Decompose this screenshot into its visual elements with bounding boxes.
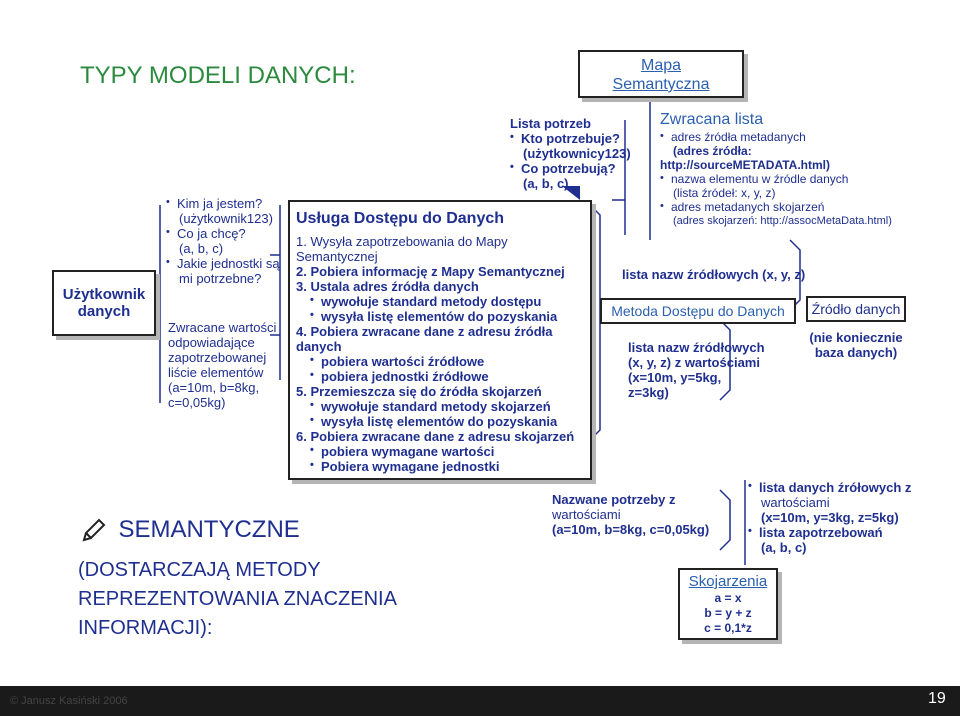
service-step-4b: danych	[296, 339, 342, 354]
service-step-5-bullet-2: wysyła listę elementów do pozyskania	[310, 413, 584, 429]
needs-answer-1: (użytkownicy123)	[523, 146, 631, 161]
returned-list-item-1: adres źródła metadanych	[660, 129, 892, 144]
footer-bar: © Janusz Kasiński 2006 19	[0, 686, 960, 716]
user-question-2: Co ja chcę?	[166, 225, 280, 241]
user-questions: Kim ja jestem? (użytkownik123) Co ja chc…	[166, 195, 280, 286]
semantic-map-box: Mapa Semantyczna	[578, 50, 744, 98]
associations-formula-2: b = y + z	[704, 606, 752, 620]
service-step-5: 5. Przemieszcza się do źródła skojarzeń	[296, 384, 542, 399]
needs-title: Lista potrzeb	[510, 116, 591, 131]
user-question-3: Jakie jednostki są	[166, 255, 280, 271]
user-returned-values: Zwracane wartości odpowiadające zapotrze…	[168, 320, 276, 410]
associations-box: Skojarzenia a = x b = y + z c = 0,1*z	[678, 568, 778, 640]
data-source-note-1: (nie koniecznie	[809, 330, 903, 345]
service-step-3-bullet-1: wywołuje standard metody dostępu	[310, 293, 584, 309]
returned-list: Zwracana lista adres źródła metadanych (…	[660, 110, 892, 228]
access-method-label: Metoda Dostępu do Danych	[611, 303, 785, 319]
needs-list: Lista potrzeb Kto potrzebuje? (użytkowni…	[510, 116, 631, 191]
returned-line-6: c=0,05kg)	[168, 395, 226, 410]
semantic-description: (DOSTARCZAJĄ METODY REPREZENTOWANIA ZNAC…	[78, 556, 397, 643]
right-list-item-1b: (x=10m, y=3kg, z=5kg)	[761, 510, 899, 525]
data-source-box: Źródło danych	[806, 296, 906, 322]
semantic-map-line1: Mapa	[640, 57, 682, 74]
returned-line-3: zapotrzebowanej	[168, 350, 267, 365]
named-needs-2: wartościami	[552, 507, 621, 522]
data-source-note-2: baza danych)	[814, 345, 898, 360]
associations-formula-1: a = x	[714, 591, 742, 605]
source-values-4: z=3kg)	[628, 385, 669, 400]
user-question-1: Kim ja jestem?	[166, 195, 280, 211]
pencil-icon	[82, 518, 106, 542]
needs-question-1: Kto potrzebuje?	[510, 130, 631, 146]
returned-line-2: odpowiadające	[168, 335, 255, 350]
named-needs-1: Nazwane potrzeby z	[552, 492, 676, 507]
returned-list-item-1b: http://sourceMETADATA.html)	[660, 158, 830, 172]
named-needs-3: (a=10m, b=8kg, c=0,05kg)	[552, 522, 710, 537]
semantic-desc-3: INFORMACJI):	[78, 617, 213, 639]
needs-question-2: Co potrzebują?	[510, 160, 631, 176]
page-number: 19	[928, 690, 946, 707]
service-step-4a: 4. Pobiera zwracane dane z adresu źródła	[296, 324, 553, 339]
returned-list-item-3: adres metadanych skojarzeń	[660, 199, 892, 214]
associations-title: Skojarzenia	[688, 573, 768, 590]
semantic-map-line2: Semantyczna	[612, 76, 710, 93]
service-step-6-bullet-2: Pobiera wymagane jednostki	[310, 458, 584, 474]
right-list-item-2a: (a, b, c)	[761, 540, 807, 555]
returned-list-title: Zwracana lista	[660, 111, 764, 128]
source-values-2: (x, y, z) z wartościami	[628, 355, 760, 370]
footer-copyright: © Janusz Kasiński 2006	[10, 695, 128, 707]
semantic-desc-1: (DOSTARCZAJĄ METODY	[78, 559, 321, 581]
semantic-heading-row: SEMANTYCZNE	[80, 516, 300, 544]
returned-list-item-2: nazwa elementu w źródle danych	[660, 171, 892, 186]
service-step-4-bullet-2: pobiera jednostki źródłowe	[310, 368, 584, 384]
source-names: lista nazw źródłowych (x, y, z)	[622, 267, 806, 282]
needs-answer-2: (a, b, c)	[523, 176, 569, 191]
user-answer-1: (użytkownik123)	[179, 211, 273, 226]
user-box-line1: Użytkownik	[62, 286, 146, 303]
data-access-service-box: Usługa Dostępu do Danych 1. Wysyła zapot…	[288, 200, 592, 480]
returned-list-item-2a: (lista źródeł: x, y, z)	[673, 186, 776, 200]
service-title: Usługa Dostępu do Danych	[296, 210, 505, 227]
right-list-item-2: lista zapotrzebowań	[748, 524, 911, 540]
service-step-6-bullet-1: pobiera wymagane wartości	[310, 443, 584, 459]
right-list-item-1: lista danych źrółowych z	[748, 479, 911, 495]
right-lists: lista danych źrółowych z wartościami (x=…	[748, 479, 911, 555]
service-step-3: 3. Ustala adres źródła danych	[296, 279, 479, 294]
associations-formula-3: c = 0,1*z	[704, 621, 752, 635]
service-step-1b: Semantycznej	[296, 249, 378, 264]
source-values-3: (x=10m, y=5kg,	[628, 370, 722, 385]
source-values-1: lista nazw źródłowych	[628, 340, 765, 355]
user-answer-2: (a, b, c)	[179, 241, 224, 256]
semantic-desc-2: REPREZENTOWANIA ZNACZENIA	[78, 588, 397, 610]
service-step-4-bullet-1: pobiera wartości źródłowe	[310, 353, 584, 369]
source-values: lista nazw źródłowych (x, y, z) z wartoś…	[628, 340, 765, 400]
returned-line-1: Zwracane wartości	[168, 320, 277, 335]
service-step-6: 6. Pobiera zwracane dane z adresu skojar…	[296, 429, 575, 444]
data-source-title: Źródło danych	[811, 301, 901, 317]
semantic-heading: SEMANTYCZNE	[118, 516, 300, 543]
service-step-1a: 1. Wysyła zapotrzebowania do Mapy	[296, 234, 508, 249]
user-question-3-cont: mi potrzebne?	[179, 271, 262, 286]
returned-line-4: liście elementów	[168, 365, 264, 380]
user-box: Użytkownik danych	[52, 270, 156, 336]
data-source-note: (nie koniecznie baza danych)	[806, 330, 906, 360]
returned-list-item-3a: (adres skojarzeń: http://assocMetaData.h…	[673, 215, 892, 227]
returned-line-5: (a=10m, b=8kg,	[168, 380, 260, 395]
returned-list-item-1a: (adres źródła:	[673, 144, 752, 158]
user-box-line2: danych	[77, 303, 131, 320]
access-method-box: Metoda Dostępu do Danych	[600, 298, 796, 324]
named-needs: Nazwane potrzeby z wartościami (a=10m, b…	[552, 492, 709, 537]
service-step-2: 2. Pobiera informację z Mapy Semantyczne…	[296, 264, 565, 279]
right-list-item-1a: wartościami	[761, 495, 830, 510]
service-step-5-bullet-1: wywołuje standard metody skojarzeń	[310, 398, 584, 414]
service-step-3-bullet-2: wysyła listę elementów do pozyskania	[310, 308, 584, 324]
